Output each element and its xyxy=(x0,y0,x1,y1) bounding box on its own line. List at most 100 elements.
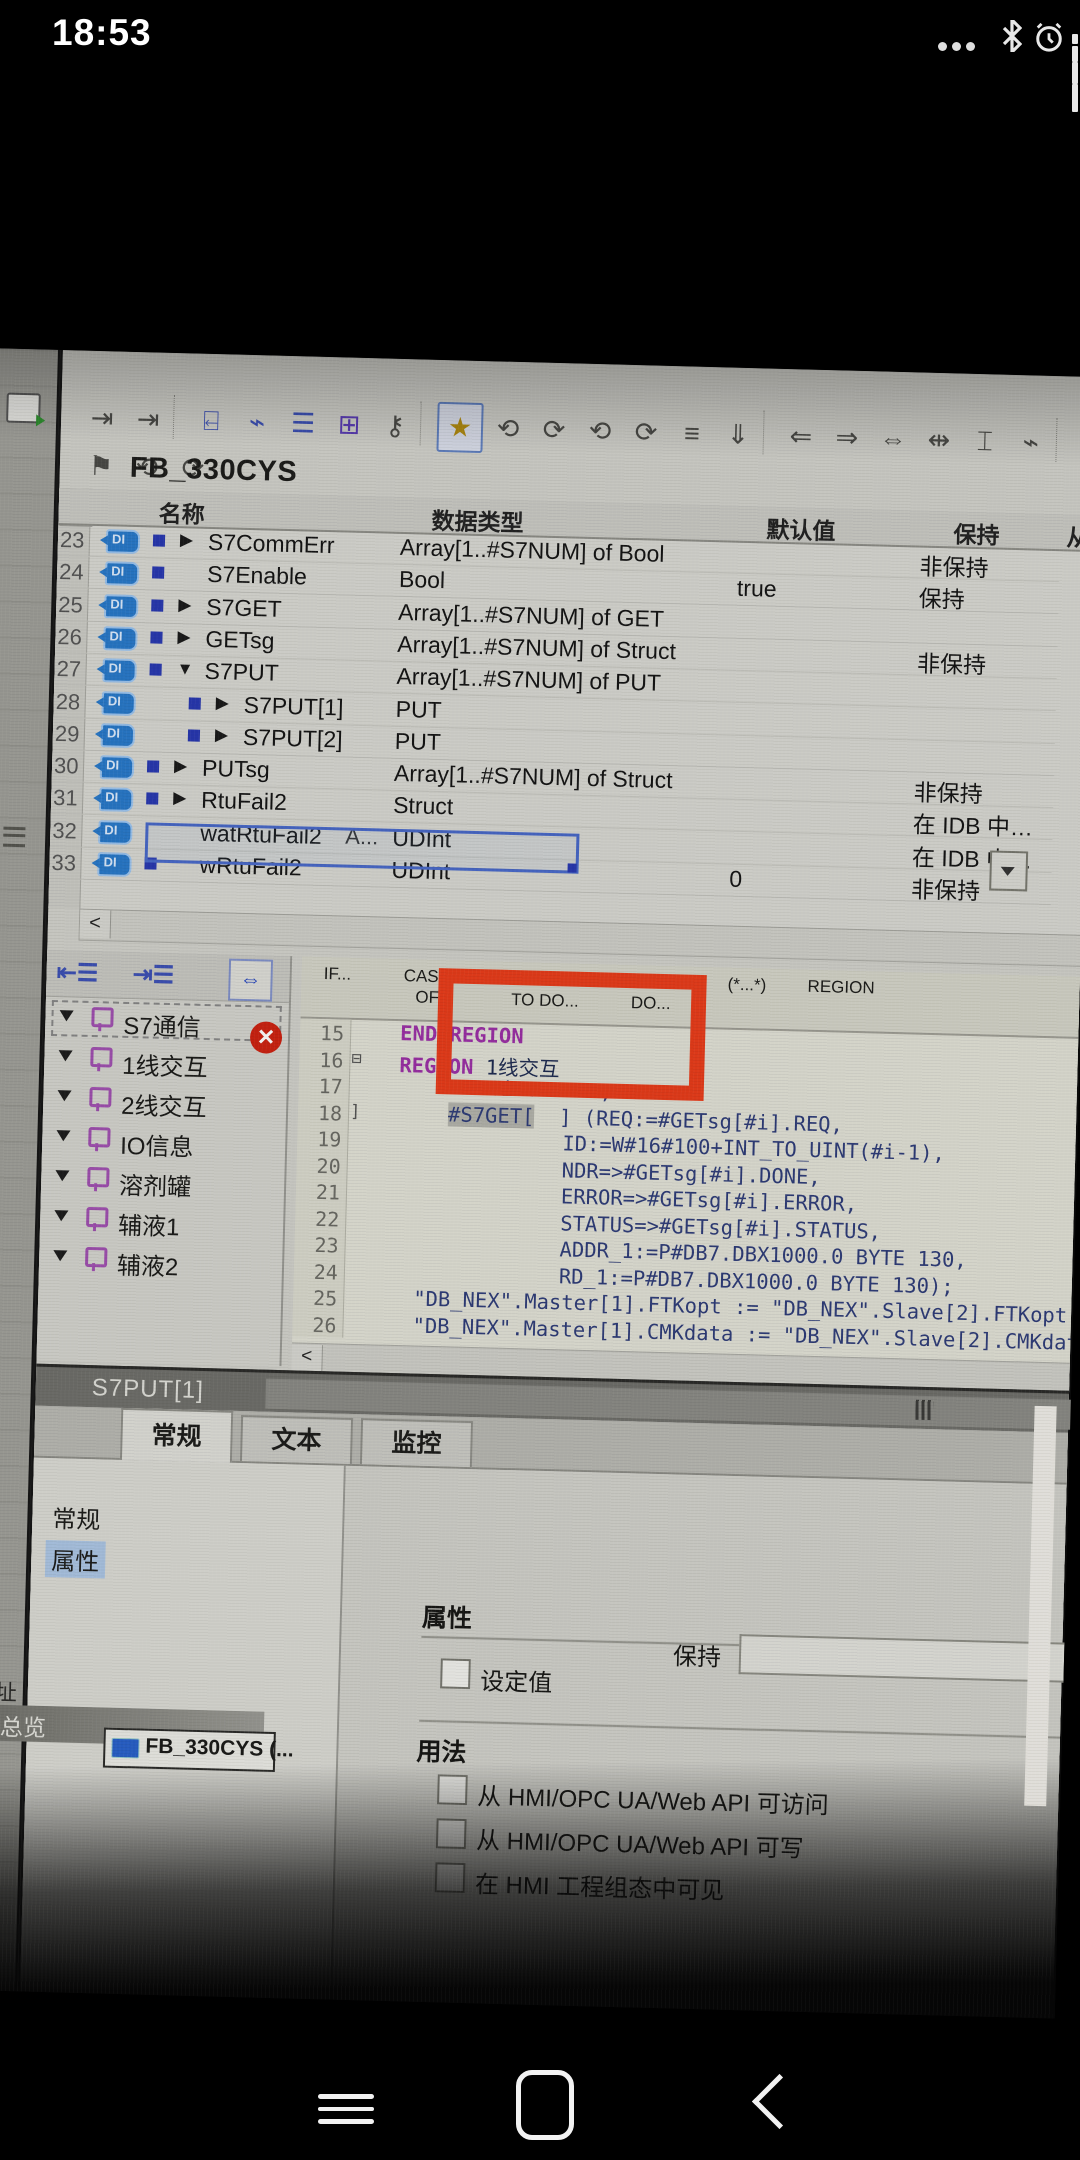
line-number: 19 xyxy=(297,1126,342,1151)
datatype-cell[interactable]: PUT xyxy=(395,695,442,723)
variable-name[interactable]: GETsg xyxy=(205,626,275,655)
toolbar-icon[interactable]: ⌁ xyxy=(1009,419,1052,466)
pane-grip[interactable] xyxy=(915,1400,934,1420)
fold-marker[interactable]: ] xyxy=(350,1101,361,1121)
toolbar-icon[interactable]: ⇥ xyxy=(81,395,124,442)
datatype-cell[interactable]: PUT xyxy=(394,728,441,756)
taskbar-tab-fb330cys[interactable]: FB_330CYS (... xyxy=(103,1728,276,1772)
retain-cell[interactable]: 非保持 xyxy=(911,870,981,906)
retain-input[interactable] xyxy=(739,1634,1065,1682)
collapse-arrow-icon[interactable] xyxy=(57,1090,71,1101)
divider xyxy=(419,1720,1060,1739)
toolbar-icon[interactable]: ⊞ xyxy=(328,401,371,448)
scroll-left-button[interactable]: < xyxy=(80,910,112,939)
tree-item-辅液2[interactable]: 辅液2 xyxy=(45,1240,276,1286)
datatype-cell[interactable]: Array[1..#S7NUM] of GET xyxy=(398,598,664,632)
expand-arrow-icon[interactable]: ▶ xyxy=(173,788,187,808)
back-button[interactable] xyxy=(752,2074,807,2129)
default-value-cell[interactable]: true xyxy=(737,575,777,603)
tree-item-label: 2线交互 xyxy=(121,1086,207,1123)
variable-name[interactable]: S7PUT xyxy=(204,658,279,687)
toolbar-icon[interactable]: ⇓ xyxy=(716,411,759,458)
datatype-cell[interactable]: Struct xyxy=(393,792,454,821)
expand-arrow-icon[interactable]: ▶ xyxy=(177,627,191,647)
collapse-arrow-icon[interactable] xyxy=(55,1170,69,1181)
toolbar-icon[interactable]: ⇥ xyxy=(127,396,170,443)
splitter-toggle-button[interactable]: ⇔ xyxy=(228,959,273,1002)
setpoint-checkbox[interactable] xyxy=(440,1658,471,1689)
expand-all-icon[interactable]: ⇥☰ xyxy=(132,960,174,990)
splitter-grip[interactable] xyxy=(3,827,26,848)
toolbar-icon[interactable]: ⚑ xyxy=(79,443,122,490)
toolbar-icon[interactable]: ⟳ xyxy=(532,406,575,453)
snippet-button[interactable]: (*...*) xyxy=(727,974,766,996)
variable-name[interactable]: RtuFail2 xyxy=(201,787,287,816)
tab-常规[interactable]: 常规 xyxy=(120,1408,233,1463)
toolbar-icon[interactable]: ⟲ xyxy=(486,405,529,452)
scroll-left-button[interactable]: < xyxy=(291,1344,323,1371)
retain-dropdown-button[interactable] xyxy=(989,850,1028,891)
tree-item-IO信息[interactable]: IO信息 xyxy=(48,1120,279,1166)
expand-arrow-icon[interactable]: ▶ xyxy=(178,595,192,615)
datatype-cell[interactable]: Array[1..#S7NUM] of Struct xyxy=(394,760,673,794)
props-nav-属性[interactable]: 属性 xyxy=(45,1540,106,1579)
tree-item-2线交互[interactable]: 2线交互 xyxy=(49,1080,280,1126)
col-header-retain[interactable]: 保持 xyxy=(953,515,1000,550)
expand-arrow-icon[interactable]: ▶ xyxy=(215,725,229,745)
snippet-button[interactable]: REGION xyxy=(807,976,875,999)
expand-arrow-icon[interactable]: ▶ xyxy=(174,756,188,776)
toolbar-icon[interactable]: ⌁ xyxy=(236,399,279,446)
toolbar-icon[interactable]: ⇹ xyxy=(917,416,960,463)
code-line: NDR=>#GETsg[#i].DONE, xyxy=(561,1158,821,1189)
toolbar-icon[interactable]: ⇔ xyxy=(871,415,914,462)
variable-name[interactable]: S7PUT[1] xyxy=(243,691,343,721)
col-header-from[interactable]: 从 xyxy=(1066,518,1080,553)
tab-监控[interactable]: 监控 xyxy=(360,1418,473,1467)
expand-arrow-icon[interactable]: ▶ xyxy=(180,530,194,550)
tree-item-S7通信[interactable]: S7通信 xyxy=(51,1000,282,1046)
recents-button[interactable] xyxy=(318,2086,374,2132)
tab-文本[interactable]: 文本 xyxy=(240,1415,353,1464)
datatype-cell[interactable]: Array[1..#S7NUM] of PUT xyxy=(396,663,661,697)
props-nav-常规[interactable]: 常规 xyxy=(46,1498,107,1537)
tree-item-辅液1[interactable]: 辅液1 xyxy=(46,1200,277,1246)
tree-item-溶剂罐[interactable]: 溶剂罐 xyxy=(47,1160,278,1206)
collapse-arrow-icon[interactable]: ▼ xyxy=(176,659,193,679)
variable-name[interactable]: S7GET xyxy=(206,593,282,622)
toolbar-icon[interactable]: ⟳ xyxy=(624,409,667,456)
default-value-cell[interactable]: 0 xyxy=(729,866,742,893)
toolbar-icon[interactable]: ⇐ xyxy=(779,413,822,460)
toolbar-icon[interactable]: ⚷ xyxy=(374,402,417,449)
variable-name[interactable]: S7CommErr xyxy=(208,529,335,559)
tree-item-1线交互[interactable]: 1线交互 xyxy=(50,1040,281,1086)
home-button[interactable] xyxy=(516,2070,574,2140)
toolbar-icon[interactable]: ⍇ xyxy=(190,397,233,444)
variable-name[interactable]: PUTsg xyxy=(202,755,270,784)
toolbar-icon[interactable]: ⌶ xyxy=(963,418,1006,465)
col-header-name[interactable]: 名称 xyxy=(158,495,205,530)
fold-marker[interactable]: ⊟ xyxy=(351,1048,362,1068)
toolbar-icon[interactable]: ★ xyxy=(436,402,483,453)
section-title-properties: 属性 xyxy=(421,1598,472,1635)
selection-handle[interactable] xyxy=(567,863,576,872)
collapse-arrow-icon[interactable] xyxy=(56,1130,70,1141)
collapse-arrow-icon[interactable] xyxy=(58,1050,72,1061)
variable-name[interactable]: S7PUT[2] xyxy=(243,724,343,754)
declaration-icon xyxy=(99,788,134,813)
datatype-cell[interactable]: Bool xyxy=(399,566,446,594)
toolbar-icon[interactable]: ⟲ xyxy=(578,408,621,455)
collapse-all-icon[interactable]: ⇤☰ xyxy=(56,958,98,988)
collapse-arrow-icon[interactable] xyxy=(59,1010,73,1021)
tree-item-label: 辅液2 xyxy=(117,1246,179,1283)
datatype-cell[interactable]: Array[1..#S7NUM] of Bool xyxy=(400,534,665,568)
toolbar-icon[interactable]: ≡ xyxy=(670,410,713,457)
datatype-cell[interactable]: Array[1..#S7NUM] of Struct xyxy=(397,631,676,665)
snippet-button[interactable]: IF... xyxy=(323,963,351,985)
toolbar-icon[interactable]: ☰ xyxy=(282,400,325,447)
collapse-arrow-icon[interactable] xyxy=(54,1210,68,1221)
collapse-arrow-icon[interactable] xyxy=(53,1250,67,1261)
expand-arrow-icon[interactable]: ▶ xyxy=(216,693,230,713)
variable-name[interactable]: S7Enable xyxy=(207,561,307,591)
region-node-icon xyxy=(87,1167,110,1188)
toolbar-icon[interactable]: ⇒ xyxy=(825,414,868,461)
